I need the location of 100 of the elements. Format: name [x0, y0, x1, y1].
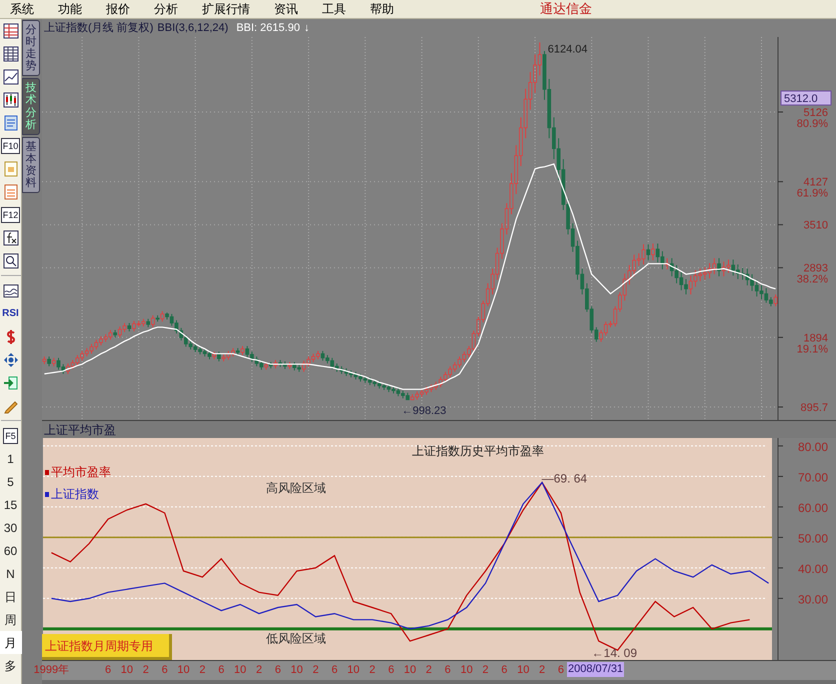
candlestick: [651, 243, 655, 261]
document-icon[interactable]: [2, 184, 18, 200]
enter-arrow-icon[interactable]: [2, 374, 18, 390]
time-axis-label: 6: [218, 663, 224, 677]
period-button[interactable]: 30: [0, 516, 22, 539]
indicator-reading: BBI: 2615.90: [236, 20, 300, 36]
candlestick: [774, 294, 778, 307]
time-axis-label: 6: [274, 663, 281, 677]
document-icon[interactable]: [2, 114, 18, 130]
indicator-name: BBI(3,6,12,24): [157, 20, 228, 36]
table-icon[interactable]: [2, 22, 18, 38]
menu-item[interactable]: 报价: [96, 0, 140, 18]
time-axis-label: 10: [290, 663, 303, 677]
side-tab[interactable]: 基本资料: [22, 136, 40, 194]
value-axis-label: 70.00: [798, 470, 828, 484]
time-axis-label: 10: [517, 663, 530, 677]
value-axis-label: 30.00: [798, 592, 828, 606]
cursor-price-label: 5312.0: [780, 90, 832, 106]
price-axis-label: 1894: [804, 332, 828, 344]
time-axis-label: 10: [460, 663, 473, 677]
time-axis-label: 10: [120, 663, 134, 677]
time-axis-label: 6: [501, 663, 508, 677]
function-key-button[interactable]: F5: [3, 428, 18, 444]
period-button[interactable]: 60: [0, 539, 22, 562]
time-axis-label: 6: [104, 663, 112, 677]
grid-icon[interactable]: [2, 46, 18, 62]
period-button[interactable]: 周: [0, 608, 22, 631]
time-axis-label: 2: [199, 663, 206, 677]
menu-item[interactable]: 帮助: [360, 0, 404, 18]
menu-item[interactable]: 资讯: [264, 0, 308, 18]
menu-item[interactable]: 分析: [144, 0, 188, 18]
price-axis-label: 2893: [804, 262, 828, 275]
peak-value-label: —69. 64: [542, 472, 588, 486]
price-axis-label: 895.7: [800, 402, 828, 414]
value-axis-label: 40.00: [798, 562, 828, 576]
legend-label: 上证指数: [51, 487, 99, 501]
side-tab[interactable]: 技术分析: [22, 78, 40, 135]
time-axis-label: 2: [256, 663, 262, 677]
period-button[interactable]: 多: [0, 654, 22, 677]
wave-chart-icon[interactable]: [2, 282, 18, 298]
legend-label: 平均市盈率: [51, 465, 111, 479]
ratio-axis-label: 19.1%: [796, 343, 828, 356]
zone-label: 低风险区域: [266, 631, 326, 646]
period-button[interactable]: 15: [0, 493, 22, 516]
period-button[interactable]: 5: [0, 470, 22, 493]
search-icon[interactable]: [2, 252, 18, 268]
time-axis-label: 6: [558, 663, 564, 677]
time-axis-label: 6: [444, 663, 451, 677]
time-axis-label: 2: [369, 663, 376, 677]
function-icon[interactable]: [2, 230, 18, 246]
function-key-button[interactable]: F10: [0, 138, 20, 154]
period-badge: 上证指数月周期专用: [42, 634, 172, 660]
value-axis-label: 80.00: [798, 440, 828, 454]
candlestick: [646, 244, 650, 261]
side-tab[interactable]: 分时走势: [22, 20, 40, 76]
line-chart-icon[interactable]: [2, 68, 18, 84]
time-axis-label: 6: [388, 663, 394, 677]
panel-title: 上证平均市盈: [44, 422, 116, 438]
candlestick: [47, 356, 51, 367]
time-axis-label: 2: [426, 663, 432, 677]
period-button[interactable]: 1: [0, 447, 22, 470]
time-axis-label: 2: [539, 663, 546, 677]
menu-item[interactable]: 功能: [48, 0, 92, 18]
time-axis-label: 10: [177, 663, 190, 677]
value-axis-label: 60.00: [798, 500, 828, 515]
value-axis-label: 50.00: [798, 531, 828, 546]
chart-title: 上证指数(月线 前复权): [44, 20, 154, 36]
ratio-axis-label: 80.9%: [796, 118, 828, 130]
low-price-label: ←998.23: [402, 404, 446, 417]
rsi-button[interactable]: RSI: [2, 306, 19, 321]
time-axis-label: 6: [162, 663, 168, 677]
move-arrows-icon[interactable]: [2, 352, 18, 368]
document-icon[interactable]: [2, 160, 18, 176]
function-key-button[interactable]: F12: [0, 206, 20, 222]
chart-title: 上证指数历史平均市盈率: [412, 444, 544, 458]
menu-item[interactable]: 系统: [0, 0, 44, 18]
candlestick-icon[interactable]: [2, 92, 18, 108]
ratio-axis-label: 61.9%: [796, 188, 828, 200]
time-axis-label: 2: [312, 663, 319, 677]
candlestick: [127, 322, 132, 332]
period-button[interactable]: 日: [0, 585, 22, 608]
time-axis-label: 10: [234, 663, 246, 677]
candlestick: [52, 357, 56, 367]
candlestick: [274, 359, 278, 369]
candlestick: [240, 346, 244, 356]
time-axis-label: 1999年: [34, 663, 70, 677]
time-axis-label: 2: [482, 663, 489, 677]
menu-item[interactable]: 扩展行情: [192, 0, 260, 18]
app-title: 通达信金: [540, 0, 592, 18]
price-axis-label: 4127: [804, 176, 828, 189]
trough-value-label: ←14. 09: [592, 646, 638, 660]
period-button[interactable]: 月: [0, 631, 22, 654]
trend-arrow: ↓: [304, 20, 310, 36]
period-button[interactable]: N: [0, 562, 22, 585]
time-axis-label: 10: [404, 663, 416, 677]
cursor-date-label: 2008/07/31: [567, 662, 624, 677]
candlestick: [160, 310, 164, 322]
price-axis-label: 3510: [804, 220, 828, 232]
menu-item[interactable]: 工具: [312, 0, 356, 18]
time-axis-label: 6: [331, 663, 338, 677]
